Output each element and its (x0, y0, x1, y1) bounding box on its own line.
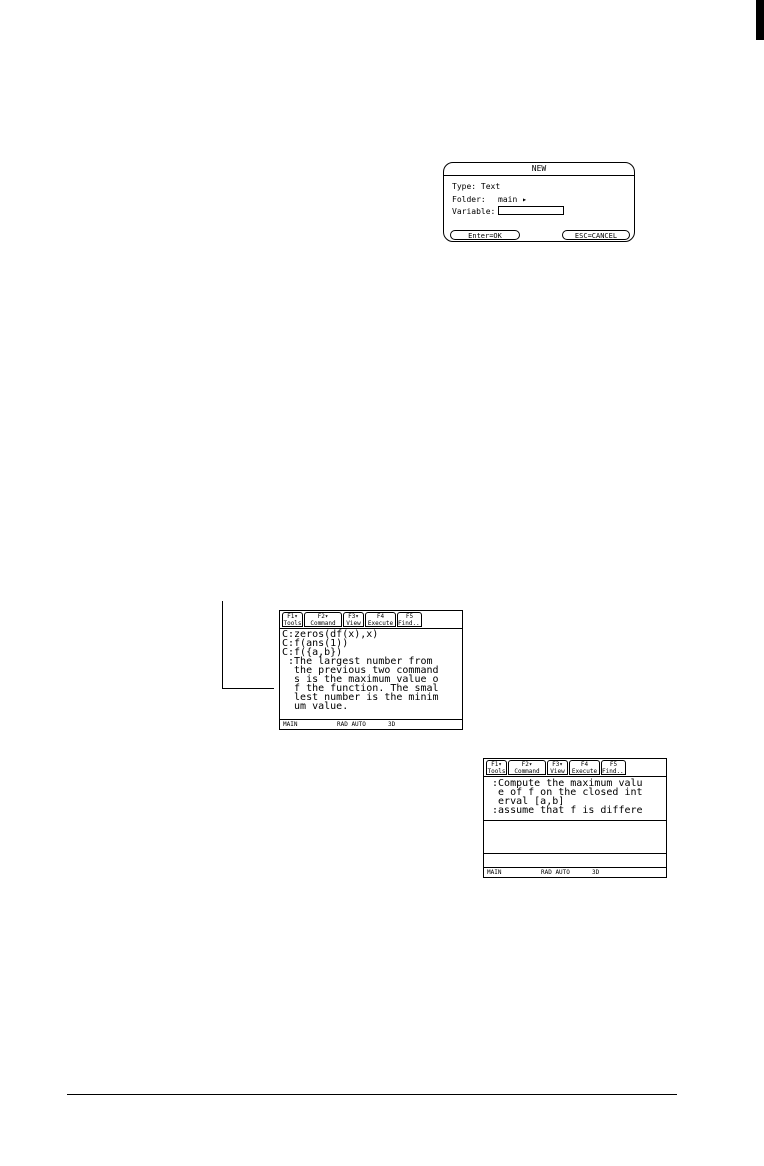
program-line: :assume that f is differe (486, 805, 643, 816)
editor-area[interactable]: :Compute the maximum valu e of f on the … (484, 777, 666, 821)
tab-command[interactable]: F2▾ Command (508, 760, 546, 775)
toolbar: F1▾ Tools F2▾ Command F3▾ View F4 Execute F5… (280, 611, 462, 629)
status-mode: RAD AUTO (541, 869, 570, 876)
status-bar: MAIN RAD AUTO 3D (484, 867, 666, 877)
tab-tools[interactable]: F1▾ Tools (282, 612, 303, 627)
tab-execute[interactable]: F4 Execute (365, 612, 396, 627)
program-line: um value. (282, 701, 349, 712)
dialog-title: NEW (444, 163, 634, 176)
status-mode: RAD AUTO (337, 721, 366, 728)
tab-find[interactable]: F5 Find... (601, 760, 626, 775)
tab-view[interactable]: F3▾ View (343, 612, 364, 627)
status-folder: MAIN (487, 869, 502, 876)
status-graph: 3D (592, 869, 600, 876)
tab-command[interactable]: F2▾ Command (304, 612, 342, 627)
entry-line-divider (484, 853, 666, 854)
status-graph: 3D (388, 721, 396, 728)
tab-view[interactable]: F3▾ View (547, 760, 568, 775)
ok-button[interactable]: Enter=OK (450, 230, 520, 240)
status-bar: MAIN RAD AUTO 3D (280, 719, 462, 729)
type-line: Type: Text (452, 182, 501, 191)
leader-line-vertical (222, 601, 223, 688)
variable-label: Variable: (452, 207, 496, 216)
tab-tools[interactable]: F1▾ Tools (486, 760, 507, 775)
tab-execute[interactable]: F4 Execute (569, 760, 600, 775)
calculator-screen-2: F1▾ Tools F2▾ Command F3▾ View F4 Execute F5… (483, 758, 667, 878)
thumb-tab (756, 0, 764, 40)
toolbar: F1▾ Tools F2▾ Command F3▾ View F4 Execute F5… (484, 759, 666, 777)
footer-rule (67, 1094, 677, 1095)
leader-line-horizontal (222, 688, 274, 689)
folder-dropdown[interactable]: main ▸ (498, 195, 527, 205)
variable-input[interactable] (498, 206, 564, 215)
tab-find[interactable]: F5 Find... (397, 612, 422, 627)
new-dialog: NEW Type: Text Folder: main ▸ Variable: … (443, 162, 635, 242)
status-folder: MAIN (283, 721, 298, 728)
calculator-screen-1: F1▾ Tools F2▾ Command F3▾ View F4 Execute F5… (279, 610, 463, 730)
folder-label: Folder: (452, 195, 486, 204)
cancel-button[interactable]: ESC=CANCEL (562, 230, 630, 240)
